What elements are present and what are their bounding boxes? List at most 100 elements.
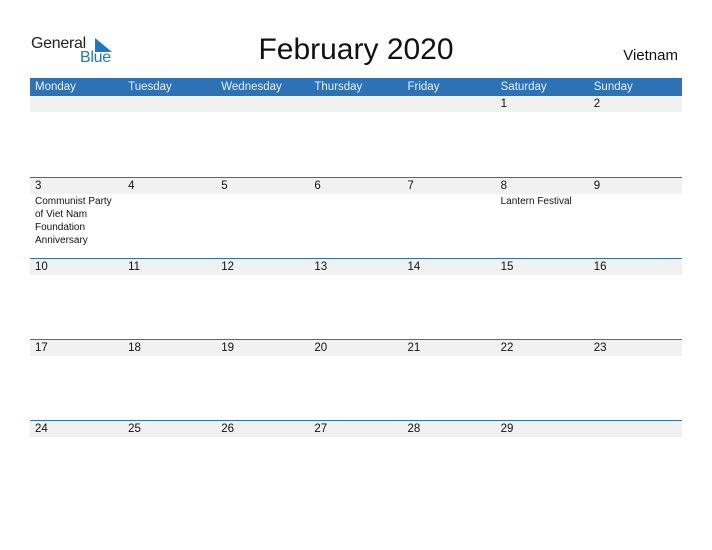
day-cell (123, 96, 217, 113)
day-number: 16 (588, 259, 682, 275)
weekday-wednesday: Wednesday (221, 81, 282, 93)
holiday-event (30, 112, 120, 113)
day-number: 27 (309, 421, 403, 437)
day-number: 29 (495, 421, 589, 437)
day-cell: 18 (123, 340, 217, 357)
day-cell: 6 (309, 178, 403, 247)
week-row: 17 18 19 20 21 22 23 (30, 339, 682, 420)
day-cell: 28 (402, 421, 496, 438)
week-row: 10 11 12 13 14 15 16 (30, 258, 682, 339)
day-number: 10 (30, 259, 124, 275)
day-cell: 14 (402, 259, 496, 276)
day-number: 21 (402, 340, 496, 356)
day-number: 1 (495, 96, 589, 112)
holiday-event (403, 275, 493, 276)
holiday-event (309, 356, 399, 357)
holiday-event (30, 437, 120, 438)
holiday-event (309, 194, 399, 195)
day-number: 8 (495, 178, 589, 194)
calendar-title: February 2020 (258, 33, 454, 66)
holiday-event (216, 356, 306, 357)
day-number: 6 (309, 178, 403, 194)
day-number (588, 421, 682, 437)
holiday-event (216, 275, 306, 276)
holiday-event (30, 275, 120, 276)
holiday-event (216, 194, 306, 195)
holiday-event (123, 275, 213, 276)
holiday-event (123, 112, 213, 113)
day-number: 22 (495, 340, 589, 356)
holiday-event (589, 194, 679, 195)
day-cell: 10 (30, 259, 124, 276)
day-cell: 4 (123, 178, 217, 247)
week-row: 12 (30, 96, 682, 177)
day-number: 24 (30, 421, 124, 437)
day-cell: 9 (588, 178, 682, 247)
holiday-event: Communist Party of Viet Nam Foundation A… (35, 196, 112, 246)
day-cell (588, 421, 682, 438)
holiday-event (589, 356, 679, 357)
day-cell: 20 (309, 340, 403, 357)
day-number: 20 (309, 340, 403, 356)
weekday-thursday: Thursday (314, 81, 363, 93)
day-cell: 21 (402, 340, 496, 357)
day-cell (216, 96, 310, 113)
day-number: 7 (402, 178, 496, 194)
weekday-friday: Friday (407, 81, 440, 93)
holiday-event (589, 437, 679, 438)
week-row: 3 Communist Party of Viet Nam Foundation … (30, 177, 682, 258)
day-number: 18 (123, 340, 217, 356)
day-number: 13 (309, 259, 403, 275)
day-cell: 24 (30, 421, 124, 438)
holiday-event (496, 437, 586, 438)
day-cell: 26 (216, 421, 310, 438)
day-cell (402, 96, 496, 113)
day-cell (309, 96, 403, 113)
week-row: 24 25 26 27 28 29 (30, 420, 682, 501)
day-number (309, 96, 403, 112)
holiday-event (216, 112, 306, 113)
holiday-event (309, 112, 399, 113)
day-cell: 7 (402, 178, 496, 247)
holiday-event (589, 112, 679, 113)
day-number: 15 (495, 259, 589, 275)
day-cell: 3 Communist Party of Viet Nam Foundation … (30, 178, 124, 247)
holiday-event: Lantern Festival (500, 196, 572, 207)
day-number: 4 (123, 178, 217, 194)
day-number: 9 (588, 178, 682, 194)
day-cell: 1 (495, 96, 589, 113)
holiday-event (309, 275, 399, 276)
weekday-saturday: Saturday (500, 81, 547, 93)
holiday-event (123, 356, 213, 357)
day-number: 28 (402, 421, 496, 437)
day-number: 12 (216, 259, 310, 275)
day-cell: 12 (216, 259, 310, 276)
day-number: 11 (123, 259, 217, 275)
day-number: 2 (588, 96, 682, 112)
holiday-event (403, 356, 493, 357)
day-cell: 19 (216, 340, 310, 357)
country-label: Vietnam (623, 47, 678, 64)
holiday-event (309, 437, 399, 438)
holiday-event (123, 194, 213, 195)
weekday-sunday: Sunday (593, 81, 633, 93)
day-number (30, 96, 124, 112)
day-number: 17 (30, 340, 124, 356)
day-cell: 29 (495, 421, 589, 438)
weekday-monday: Monday (35, 81, 76, 93)
holiday-event (403, 112, 493, 113)
weeks-container: 1 2 3 Communist Party of Viet Nam Foundatio… (30, 96, 682, 501)
day-number: 26 (216, 421, 310, 437)
day-cell: 11 (123, 259, 217, 276)
holiday-event (496, 112, 586, 113)
day-cell: 27 (309, 421, 403, 438)
holiday-event (30, 356, 120, 357)
day-number (216, 96, 310, 112)
day-cell: 17 (30, 340, 124, 357)
day-number: 14 (402, 259, 496, 275)
holiday-event (216, 437, 306, 438)
holiday-event (403, 437, 493, 438)
day-cell: 8 Lantern Festival (495, 178, 589, 247)
day-cell (30, 96, 124, 113)
weekday-header: Monday Tuesday Wednesday Thursday Friday… (30, 78, 682, 96)
